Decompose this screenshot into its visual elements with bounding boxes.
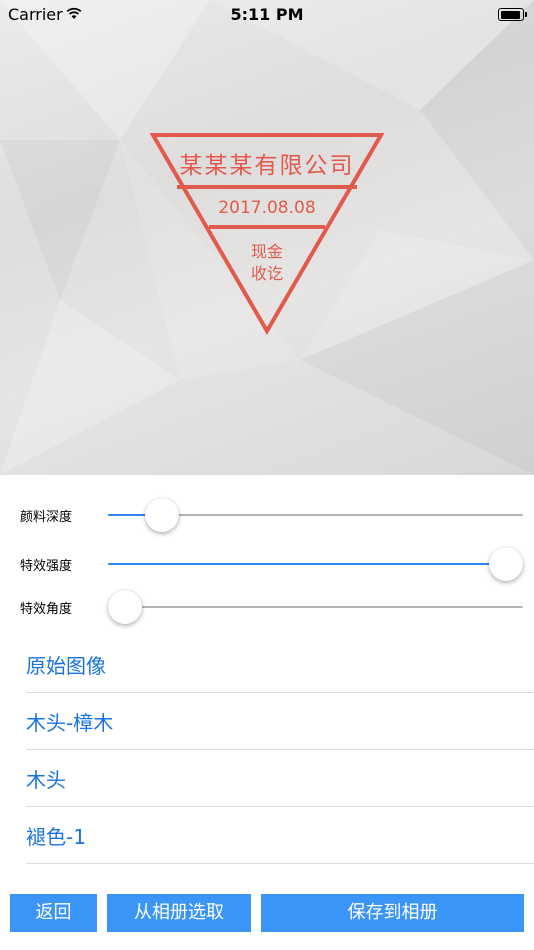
save-to-album-button[interactable]: 保存到相册 [261,894,524,932]
slider-row-effect-strength: 特效强度 [0,544,534,584]
filter-item-label: 褪色-1 [26,825,86,849]
filter-item-fade-1[interactable]: 褪色-1 [26,807,534,864]
filter-item-label: 木头-樟木 [26,711,114,735]
stamp: 某某某有限公司 2017.08.08 现金 收讫 [149,130,385,336]
slider-label: 颜料深度 [20,510,73,525]
stamp-type: 现金 收讫 [150,241,384,285]
pigment-depth-slider[interactable] [108,498,523,532]
slider-row-pigment-depth: 颜料深度 [0,495,534,535]
filter-item-label: 原始图像 [26,654,106,678]
slider-thumb[interactable] [489,547,524,581]
stamp-date: 2017.08.08 [218,198,316,218]
slider-row-effect-angle: 特效角度 [0,587,534,627]
filter-item-original[interactable]: 原始图像 [26,636,534,693]
filter-item-wood[interactable]: 木头 [26,750,534,807]
filter-list: 原始图像 木头-樟木 木头 褪色-1 [0,636,534,864]
status-bar: Carrier 5:11 PM [0,0,534,30]
slider-label: 特效强度 [20,559,73,574]
battery-icon [498,8,527,21]
choose-from-album-button[interactable]: 从相册选取 [107,894,251,932]
status-time: 5:11 PM [230,5,304,24]
back-button[interactable]: 返回 [10,894,97,932]
filter-item-label: 木头 [26,768,66,792]
battery-fill [500,10,520,19]
stamp-type-line-2: 收讫 [250,264,283,283]
stamp-company-name: 某某某有限公司 [179,153,355,179]
slider-thumb[interactable] [144,498,179,532]
slider-thumb[interactable] [107,590,142,624]
effect-strength-slider[interactable] [108,547,524,581]
slider-label: 特效角度 [20,602,73,617]
slider-fill [108,563,507,565]
filter-item-wood-camphor[interactable]: 木头-樟木 [26,693,534,750]
stamp-type-line-1: 现金 [250,242,283,261]
stamp-preview-image: 某某某有限公司 2017.08.08 现金 收讫 [0,0,534,475]
effect-angle-slider[interactable] [107,590,523,624]
